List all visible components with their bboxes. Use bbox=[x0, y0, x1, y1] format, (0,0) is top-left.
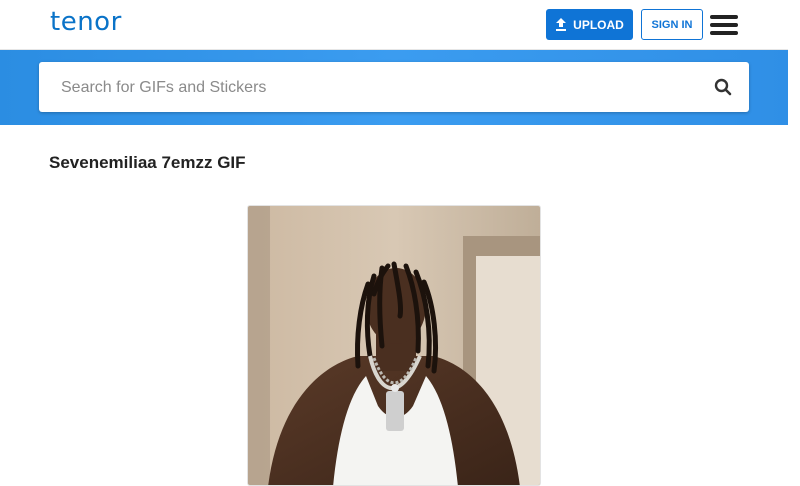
search-icon[interactable] bbox=[714, 78, 732, 96]
top-navigation-bar: tenor UPLOAD SIGN IN bbox=[0, 0, 788, 50]
upload-button-label: UPLOAD bbox=[573, 17, 624, 32]
sign-in-button-label: SIGN IN bbox=[651, 18, 693, 31]
search-box bbox=[39, 62, 749, 114]
hamburger-menu-icon[interactable] bbox=[710, 14, 740, 36]
tenor-logo[interactable]: tenor bbox=[50, 7, 122, 37]
search-input[interactable] bbox=[59, 62, 703, 114]
upload-button[interactable]: UPLOAD bbox=[546, 9, 633, 40]
page-title: Sevenemiliaa 7emzz GIF bbox=[49, 153, 246, 172]
upload-icon bbox=[556, 17, 567, 31]
sign-in-button[interactable]: SIGN IN bbox=[641, 9, 703, 40]
gif-image[interactable] bbox=[247, 205, 541, 486]
